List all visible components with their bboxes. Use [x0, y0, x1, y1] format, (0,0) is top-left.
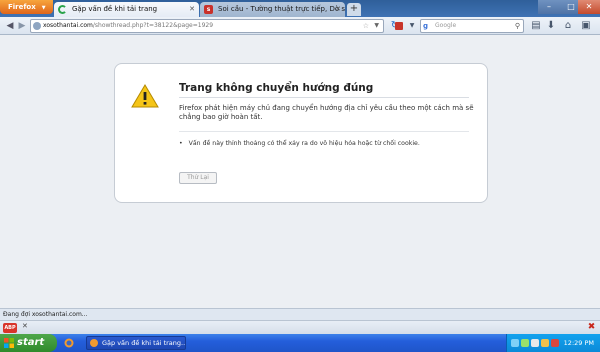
- addon-menu-icon[interactable]: ▣: [580, 20, 592, 32]
- error-hints: Vấn đề này thỉnh thoảng có thể xảy ra do…: [179, 140, 479, 147]
- close-addon-bar-icon[interactable]: ✕: [22, 322, 28, 330]
- status-bar: Đang đợi xosothantai.com...: [0, 308, 600, 320]
- try-again-button[interactable]: Thử Lại: [179, 172, 217, 184]
- url-host: xosothantai.com: [43, 22, 93, 29]
- adblock-icon[interactable]: ABP: [3, 323, 17, 333]
- error-title: Trang không chuyển hướng đúng: [179, 82, 374, 94]
- taskbar-item-label: Gặp vấn đề khi tải trang...: [102, 339, 186, 347]
- tab-error-page[interactable]: Gặp vấn đề khi tải trang ✕: [54, 2, 199, 17]
- addon-red-x-icon[interactable]: ✖: [586, 322, 597, 333]
- close-tab-icon[interactable]: ✕: [189, 2, 195, 16]
- tab-bar: Firefox ▼ Gặp vấn đề khi tải trang ✕ s So…: [0, 0, 600, 17]
- status-text: Đang đợi xosothantai.com...: [3, 311, 88, 318]
- error-description: Firefox phát hiện máy chủ đang chuyển hư…: [179, 104, 474, 121]
- start-label: start: [17, 337, 45, 348]
- firefox-menu-label: Firefox: [8, 3, 36, 11]
- quicklaunch-firefox-icon[interactable]: [64, 338, 74, 348]
- downloads-icon[interactable]: ⬇: [545, 20, 557, 32]
- forward-button[interactable]: ▶: [16, 19, 28, 33]
- search-bar[interactable]: g Google ⚲: [420, 19, 524, 33]
- error-hint-item: Vấn đề này thỉnh thoảng có thể xảy ra do…: [179, 140, 479, 147]
- minimize-button[interactable]: –: [538, 0, 560, 14]
- page-content: Trang không chuyển hướng đúng Firefox ph…: [0, 35, 600, 308]
- loading-spinner-icon: [58, 5, 67, 14]
- bookmark-star-icon[interactable]: ☆: [363, 20, 369, 32]
- firefox-icon: [90, 339, 98, 347]
- error-panel: Trang không chuyển hướng đúng Firefox ph…: [114, 63, 488, 203]
- chevron-down-icon: ▼: [41, 5, 46, 11]
- history-dropdown-icon[interactable]: ▼: [374, 20, 379, 32]
- new-tab-button[interactable]: +: [347, 3, 361, 16]
- close-tab-icon[interactable]: ✕: [335, 2, 341, 16]
- url-path: /showthread.php?t=38122&page=1929: [92, 22, 214, 29]
- addon-dropdown-icon[interactable]: ▼: [406, 20, 418, 32]
- warning-icon: [131, 84, 159, 108]
- tray-icon-alert[interactable]: [551, 339, 559, 347]
- tray-icon-app[interactable]: [521, 339, 529, 347]
- window-close-button[interactable]: ✕: [578, 0, 600, 14]
- url-bar[interactable]: xosothantai.com/showthread.php?t=38122&p…: [30, 19, 384, 33]
- divider: [179, 97, 469, 98]
- tab-label: Soi cầu - Tường thuật trực tiếp, Dò số, …: [218, 5, 345, 13]
- tab-soi-cau[interactable]: s Soi cầu - Tường thuật trực tiếp, Dò số…: [200, 2, 345, 17]
- tray-icon-volume[interactable]: [531, 339, 539, 347]
- start-button[interactable]: start: [0, 334, 57, 352]
- windows-flag-icon: [4, 338, 14, 348]
- google-engine-icon[interactable]: g: [423, 22, 428, 30]
- navigation-bar: ◀ ▶ xosothantai.com/showthread.php?t=381…: [0, 17, 600, 35]
- taskbar-item-firefox[interactable]: Gặp vấn đề khi tải trang...: [86, 336, 186, 350]
- clock[interactable]: 12:29 PM: [564, 334, 594, 352]
- bookmarks-menu-icon[interactable]: ▤: [530, 20, 542, 32]
- addon-toolbar-icon[interactable]: [394, 21, 404, 31]
- search-icon[interactable]: ⚲: [515, 20, 520, 32]
- tray-icon-security[interactable]: [541, 339, 549, 347]
- firefox-menu-button[interactable]: Firefox ▼: [0, 0, 53, 14]
- site-favicon-icon: s: [204, 5, 213, 14]
- home-icon[interactable]: ⌂: [562, 20, 574, 32]
- windows-taskbar: start Gặp vấn đề khi tải trang... 12:29 …: [0, 334, 600, 352]
- search-placeholder: Google: [435, 22, 457, 29]
- tray-icon-network[interactable]: [511, 339, 519, 347]
- addon-bar: ABP ✕ ✖: [0, 320, 600, 334]
- site-identity-icon[interactable]: [33, 22, 41, 30]
- divider: [179, 131, 469, 132]
- tab-label: Gặp vấn đề khi tải trang: [72, 5, 158, 13]
- system-tray: 12:29 PM: [506, 334, 600, 352]
